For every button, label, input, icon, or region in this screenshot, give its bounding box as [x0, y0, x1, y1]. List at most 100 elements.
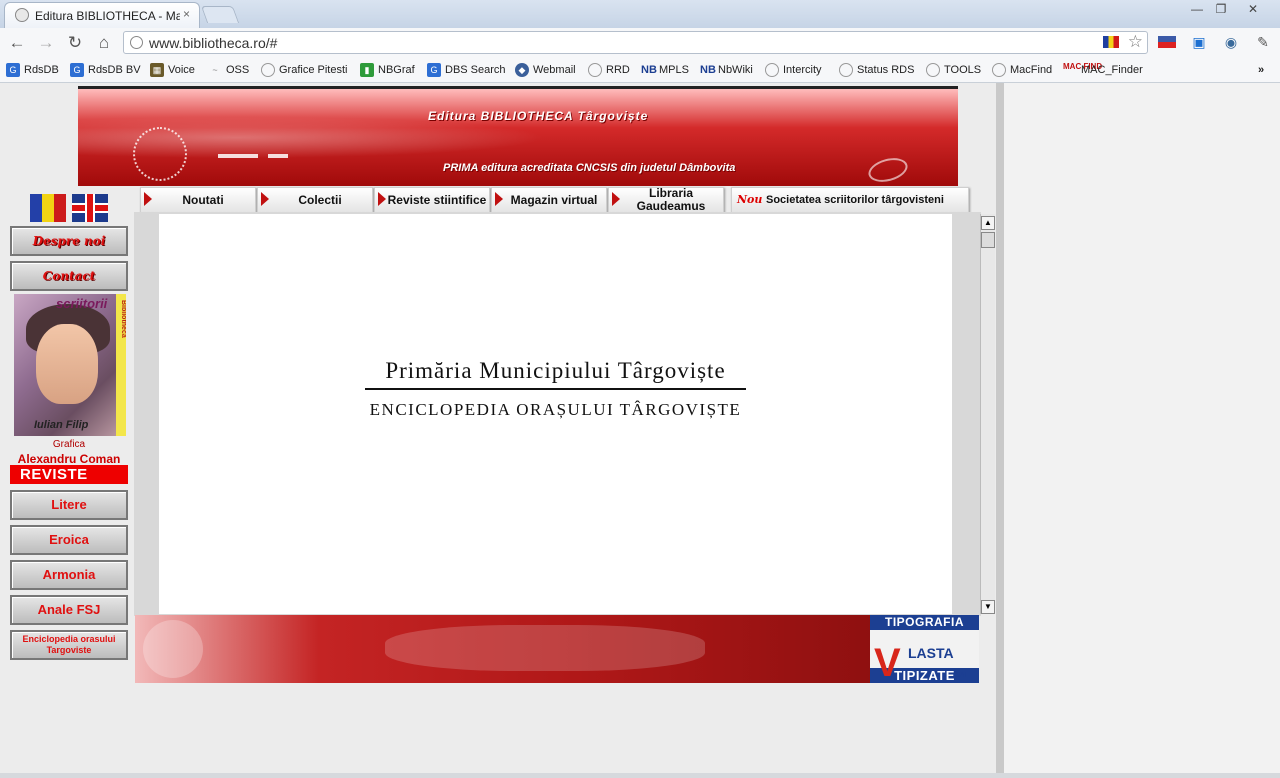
arrow-icon [144, 192, 152, 206]
site-banner: Editura BIBLIOTHECA Târgoviște PRIMA edi… [78, 86, 958, 186]
portrait-face [36, 324, 98, 404]
despre-noi-button[interactable]: Despre noi [10, 226, 128, 256]
armonia-button[interactable]: Armonia [10, 560, 128, 590]
bookmark-item[interactable]: ~ OSS [208, 62, 249, 78]
back-button[interactable]: ← [6, 33, 28, 53]
bookmark-item[interactable]: G DBS Search [427, 62, 506, 78]
globe-icon [261, 63, 275, 77]
content-subtitle[interactable]: ENCICLOPEDIA ORAȘULUI TÂRGOVIȘTE [159, 400, 952, 420]
portrait-caption-top: scriitorii [56, 296, 108, 311]
tipografia-vlasta-logo[interactable]: TIPOGRAFIA V LASTA PROFESSIONAL TIPIZATE [870, 615, 979, 683]
restore-button[interactable]: ❐ [1208, 0, 1234, 18]
tab-colectii[interactable]: Colectii [257, 187, 373, 213]
more-bookmarks-button[interactable]: » [1258, 62, 1264, 78]
litere-button[interactable]: Litere [10, 490, 128, 520]
url-text[interactable]: www.bibliotheca.ro/# [149, 35, 277, 51]
bookmark-item[interactable]: Intercity [765, 62, 822, 78]
bookmark-item[interactable]: RRD [588, 62, 630, 78]
minimize-button[interactable]: — [1184, 0, 1210, 18]
arrow-icon [378, 192, 386, 206]
arrow-icon [612, 192, 620, 206]
nb-icon: NB [700, 64, 716, 76]
tab-libraria-gaudeamus[interactable]: Libraria Gaudeamus [608, 187, 724, 213]
screen-extension-icon[interactable]: ▣ [1190, 34, 1208, 50]
bookmark-item[interactable]: G RdsDB [6, 62, 59, 78]
banner-eye-graphic [865, 154, 911, 186]
browser-tab-active[interactable]: Editura BIBLIOTHECA - Manus × [4, 2, 200, 28]
banner-dash [218, 154, 258, 158]
tab-magazin-virtual[interactable]: Magazin virtual [491, 187, 607, 213]
address-bar[interactable]: www.bibliotheca.ro/# ☆ [123, 31, 1148, 54]
grafica-author: Alexandru Coman [17, 452, 121, 466]
bookmark-item[interactable]: ▦ Voice [150, 62, 195, 78]
title-underline [365, 388, 746, 390]
flag-extension-icon[interactable] [1158, 36, 1176, 48]
globe-icon [588, 63, 602, 77]
globe-icon [992, 63, 1006, 77]
bookmark-item[interactable]: TOOLS [926, 62, 981, 78]
arrow-icon [495, 192, 503, 206]
bookmark-item[interactable]: MAC FIND MAC_Finder [1063, 62, 1143, 78]
tab-reviste-stiintifice[interactable]: Reviste stiintifice [374, 187, 490, 213]
translate-icon[interactable] [1103, 36, 1119, 48]
circle-extension-icon[interactable]: ◉ [1222, 34, 1240, 50]
banner-title: Editura BIBLIOTHECA Târgoviște [428, 109, 649, 123]
bookmarks-bar: G RdsDB G RdsDB BV ▦ Voice ~ OSS Grafice Pit… [0, 58, 1280, 83]
tab-noutati[interactable]: Noutati [140, 187, 256, 213]
scroll-up-arrow-icon[interactable]: ▲ [981, 216, 995, 230]
bookmark-item[interactable]: G RdsDB BV [70, 62, 141, 78]
dbs-icon: G [427, 63, 441, 77]
forward-button[interactable]: → [35, 33, 57, 53]
portrait-strip: Bibliotheca [116, 294, 126, 436]
bookmark-item[interactable]: ▮ NBGraf [360, 62, 415, 78]
scroll-thumb[interactable] [981, 232, 995, 248]
new-tab-button[interactable] [200, 6, 240, 23]
footer-banner [135, 615, 870, 683]
scroll-down-arrow-icon[interactable]: ▼ [981, 600, 995, 614]
bookmark-item[interactable]: ◆ Webmail [515, 62, 576, 78]
eroica-button[interactable]: Eroica [10, 525, 128, 555]
nb-icon: NB [641, 64, 657, 76]
page-scrollbar[interactable] [996, 83, 1004, 773]
banner-subtitle: PRIMA editura acreditata CNCSIS din jude… [443, 162, 736, 174]
nbgraf-icon: ▮ [360, 63, 374, 77]
bookmark-item[interactable]: Grafice Pitesti [261, 62, 347, 78]
bookmark-star-icon[interactable]: ☆ [1128, 32, 1143, 52]
writer-portrait[interactable]: scriitorii Bibliotheca Iulian Filip [14, 294, 126, 436]
content-title[interactable]: Primăria Municipiului Târgoviște [159, 358, 952, 384]
bookmark-item[interactable]: Status RDS [839, 62, 914, 78]
wrench-icon[interactable]: ✎ [1254, 34, 1272, 50]
arrow-icon [261, 192, 269, 206]
reviste-header: REVISTE [10, 465, 128, 484]
portrait-name: Iulian Filip [34, 419, 89, 431]
tab-close-icon[interactable]: × [183, 7, 190, 21]
voice-icon: ▦ [150, 63, 164, 77]
romanian-flag-icon[interactable] [30, 194, 66, 222]
taskbar-edge [0, 773, 1280, 778]
anale-fsj-button[interactable]: Anale FSJ [10, 595, 128, 625]
enciclopedia-button[interactable]: Enciclopedia orasului Targoviste [10, 630, 128, 660]
bookmark-item[interactable]: NB NbWiki [700, 62, 753, 78]
rds-icon: G [6, 63, 20, 77]
globe-icon [926, 63, 940, 77]
home-button[interactable]: ⌂ [93, 33, 115, 53]
globe-icon [765, 63, 779, 77]
globe-icon [839, 63, 853, 77]
footer-map-graphic [385, 625, 705, 671]
contact-button[interactable]: Contact [10, 261, 128, 291]
bookmark-item[interactable]: MacFind [992, 62, 1052, 78]
reload-button[interactable]: ↻ [64, 33, 86, 53]
english-flag-icon[interactable] [72, 194, 108, 222]
globe-icon [15, 8, 29, 22]
content-scrollbar[interactable]: ▲ ▼ [980, 214, 995, 614]
tab-societatea-scriitorilor[interactable]: Nou Societatea scriitorilor târgovisteni [731, 187, 969, 213]
oss-icon: ~ [212, 65, 218, 75]
page-globe-icon [130, 36, 143, 49]
close-window-button[interactable]: ✕ [1240, 0, 1266, 18]
page-right-background [1004, 83, 1280, 773]
macfind-icon: MAC FIND [1063, 62, 1103, 71]
grafica-label: Grafica [52, 439, 86, 450]
new-badge: Nou [737, 193, 763, 206]
bookmark-item[interactable]: NB MPLS [641, 62, 689, 78]
banner-orb-graphic [133, 127, 187, 181]
